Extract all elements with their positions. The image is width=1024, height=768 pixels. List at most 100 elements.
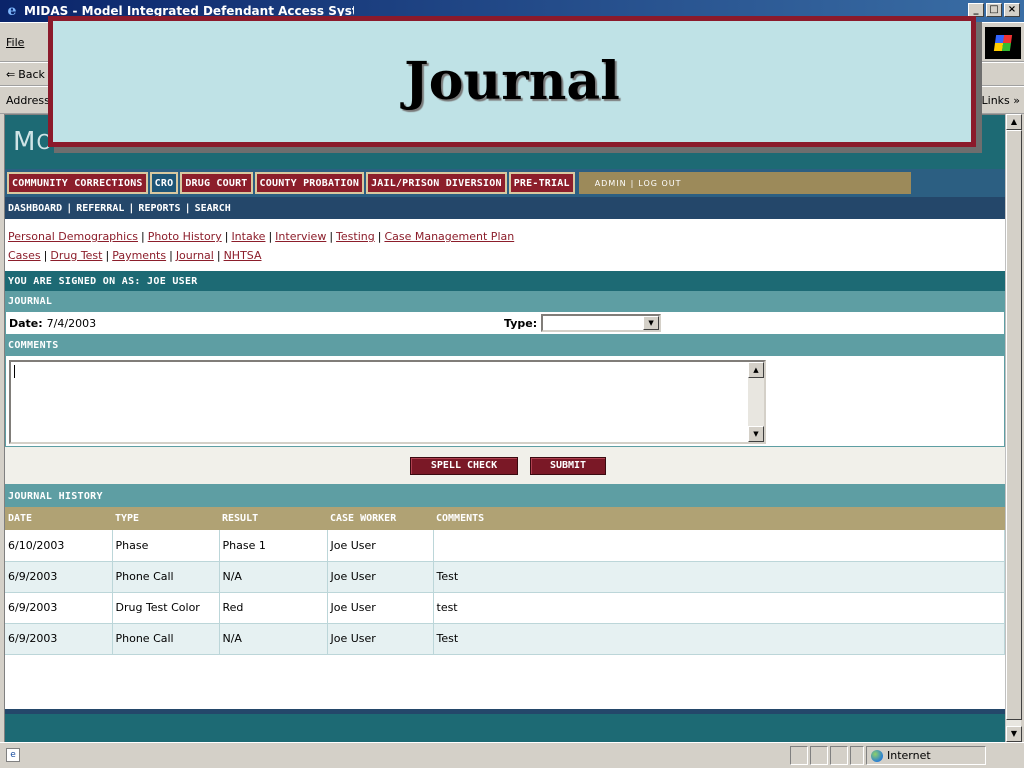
main-nav: COMMUNITY CORRECTIONS CRO DRUG COURT COU…: [5, 169, 1005, 197]
link-separator: |: [105, 249, 110, 262]
link-nhtsa[interactable]: NHTSA: [224, 249, 262, 262]
subnav-reports[interactable]: REPORTS: [138, 203, 180, 214]
link-journal[interactable]: Journal: [176, 249, 214, 262]
comments-area: ▲ ▼: [5, 355, 1005, 447]
nav-tab-jail-prison-diversion[interactable]: JAIL/PRISON DIVERSION: [366, 172, 507, 194]
subnav-separator: |: [128, 202, 135, 214]
journal-history-title: JOURNAL HISTORY: [5, 485, 1005, 507]
cell-type: Phone Call: [112, 623, 220, 655]
submit-button[interactable]: SUBMIT: [530, 456, 606, 475]
window-controls: _ □ ×: [968, 3, 1020, 17]
close-button[interactable]: ×: [1004, 3, 1020, 17]
link-case-management-plan[interactable]: Case Management Plan: [384, 230, 514, 243]
status-cell: [830, 746, 848, 765]
scroll-up-icon[interactable]: ▲: [1006, 114, 1022, 130]
link-personal-demographics[interactable]: Personal Demographics: [8, 230, 138, 243]
cell-comments: Test: [433, 623, 1005, 655]
scroll-down-icon[interactable]: ▼: [748, 426, 764, 442]
nav-tab-cro[interactable]: CRO: [149, 172, 179, 194]
link-separator: |: [268, 230, 273, 243]
column-header-type: TYPE: [112, 507, 219, 530]
nav-tab-pre-trial[interactable]: PRE-TRIAL: [508, 172, 575, 194]
page-content: M ODEL INTEGRATED DEFENDANT ACCESS SYSTE…: [4, 114, 1005, 742]
record-links-row-1: Personal Demographics | Photo History | Inta…: [8, 227, 1002, 246]
menu-file[interactable]: File: [6, 36, 24, 49]
cell-type: Phone Call: [112, 561, 220, 593]
subnav-search[interactable]: SEARCH: [195, 203, 231, 214]
link-separator: |: [329, 230, 334, 243]
globe-icon: [871, 749, 883, 762]
cell-case-worker: Joe User: [327, 592, 434, 624]
link-photo-history[interactable]: Photo History: [148, 230, 222, 243]
link-separator: |: [377, 230, 382, 243]
status-cell: [810, 746, 828, 765]
column-header-comments: COMMENTS: [433, 507, 1005, 530]
status-bar: e Internet: [0, 742, 1024, 768]
scroll-down-icon[interactable]: ▼: [1006, 726, 1022, 742]
page-footer-bar: [5, 709, 1005, 742]
record-links: Personal Demographics | Photo History | Inta…: [5, 219, 1005, 271]
table-row: 6/10/2003 Phase Phase 1 Joe User: [5, 530, 1005, 562]
nav-tab-drug-court[interactable]: DRUG COURT: [180, 172, 253, 194]
maximize-button[interactable]: □: [986, 3, 1002, 17]
journal-date-row: Date: 7/4/2003 Type: ▼: [5, 311, 1005, 335]
cell-case-worker: Joe User: [327, 530, 434, 562]
link-intake[interactable]: Intake: [231, 230, 265, 243]
cell-date: 6/9/2003: [5, 592, 113, 624]
nav-tab-community-corrections[interactable]: COMMUNITY CORRECTIONS: [7, 172, 148, 194]
link-separator: |: [43, 249, 48, 262]
banner-initial: M: [13, 127, 37, 157]
link-interview[interactable]: Interview: [275, 230, 326, 243]
comments-section-title: COMMENTS: [5, 335, 1005, 355]
link-cases[interactable]: Cases: [8, 249, 41, 262]
minimize-button[interactable]: _: [968, 3, 984, 17]
spell-check-button[interactable]: SPELL CHECK: [410, 456, 518, 475]
link-separator: |: [216, 249, 221, 262]
subnav-dashboard[interactable]: DASHBOARD: [8, 203, 62, 214]
table-row: 6/9/2003 Drug Test Color Red Joe User te…: [5, 592, 1005, 624]
links-button[interactable]: Links »: [982, 94, 1020, 107]
table-header-row: DATE TYPE RESULT CASE WORKER COMMENTS: [5, 507, 1005, 530]
record-links-row-2: Cases | Drug Test | Payments | Journal | NHTSA: [8, 246, 1002, 265]
comments-textarea[interactable]: ▲ ▼: [9, 360, 766, 444]
cell-result: N/A: [219, 623, 328, 655]
subnav-referral[interactable]: REFERRAL: [76, 203, 124, 214]
signed-on-bar: YOU ARE SIGNED ON AS: JOE USER: [5, 271, 1005, 291]
page-scrollbar[interactable]: ▲ ▼: [1005, 114, 1022, 742]
link-payments[interactable]: Payments: [112, 249, 166, 262]
comments-scrollbar[interactable]: ▲ ▼: [748, 362, 764, 442]
column-header-result: RESULT: [219, 507, 327, 530]
scroll-thumb[interactable]: [1006, 130, 1022, 720]
cell-comments: test: [433, 592, 1005, 624]
subnav-separator: |: [184, 202, 191, 214]
cell-date: 6/9/2003: [5, 623, 113, 655]
journal-history-table: DATE TYPE RESULT CASE WORKER COMMENTS 6/…: [5, 507, 1005, 655]
date-label: Date:: [9, 316, 43, 330]
slide-title-box: Journal: [48, 16, 976, 147]
logout-link[interactable]: LOG OUT: [638, 179, 681, 188]
scroll-up-icon[interactable]: ▲: [748, 362, 764, 378]
status-cell: [790, 746, 808, 765]
type-field: Type: ▼: [504, 314, 662, 332]
status-cell: [850, 746, 864, 765]
link-drug-test[interactable]: Drug Test: [50, 249, 102, 262]
journal-actions: SPELL CHECK SUBMIT: [5, 447, 1005, 485]
column-header-date: DATE: [5, 507, 112, 530]
admin-link[interactable]: ADMIN: [595, 179, 627, 188]
cell-case-worker: Joe User: [327, 623, 434, 655]
cell-comments: Test: [433, 561, 1005, 593]
link-testing[interactable]: Testing: [336, 230, 375, 243]
table-row: 6/9/2003 Phone Call N/A Joe User Test: [5, 623, 1005, 655]
cell-result: Red: [219, 592, 328, 624]
nav-tab-county-probation[interactable]: COUNTY PROBATION: [254, 172, 365, 194]
admin-separator: |: [630, 178, 635, 188]
cell-case-worker: Joe User: [327, 561, 434, 593]
windows-logo-icon: [985, 27, 1021, 59]
security-zone: Internet: [866, 746, 986, 765]
back-arrow-icon: ⇐: [6, 67, 16, 81]
type-select[interactable]: ▼: [541, 314, 662, 332]
dropdown-arrow-icon[interactable]: ▼: [643, 316, 660, 330]
journal-section-title: JOURNAL: [5, 291, 1005, 311]
cell-result: Phase 1: [219, 530, 328, 562]
back-button[interactable]: Back: [18, 68, 45, 81]
